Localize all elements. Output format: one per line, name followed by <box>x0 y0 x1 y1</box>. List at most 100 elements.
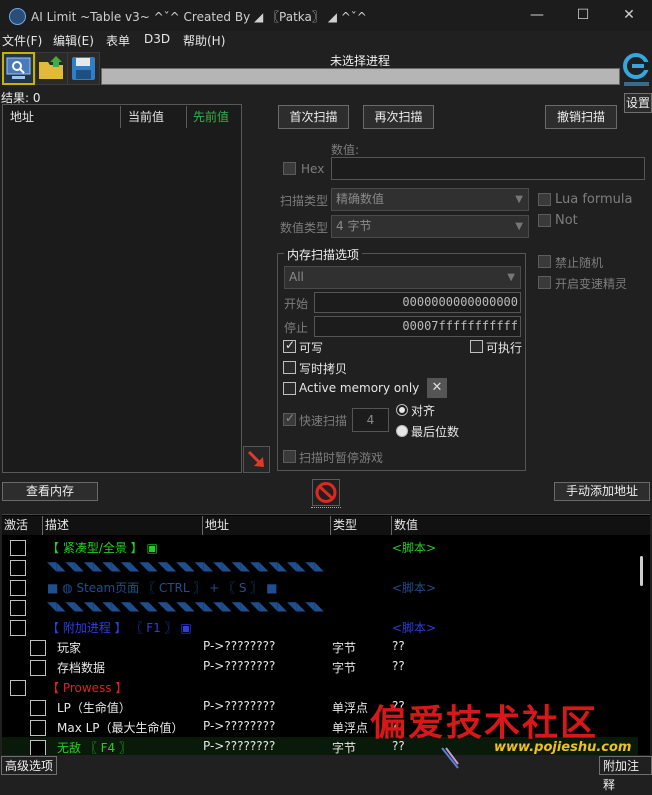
row-active-checkbox[interactable] <box>30 700 46 716</box>
row-active-checkbox[interactable] <box>10 580 26 596</box>
watermark: 偏爱技术社区 www.pojieshu.com <box>370 694 652 756</box>
copy-on-write-checkbox[interactable] <box>283 361 296 374</box>
row-active-checkbox[interactable] <box>10 560 26 576</box>
speedhack-label: 开启变速精灵 <box>555 277 628 291</box>
lua-formula-checkbox[interactable] <box>538 193 551 206</box>
add-address-button[interactable]: 手动添加地址 <box>554 482 650 501</box>
row-active-checkbox[interactable] <box>30 640 46 656</box>
value-type-select[interactable]: 4 字节 ▼ <box>331 215 529 238</box>
fast-scan-checkbox[interactable] <box>283 411 296 426</box>
close-button[interactable]: ✕ <box>606 0 652 31</box>
scrollbar-thumb[interactable] <box>640 556 643 586</box>
table-row[interactable]: ◥◣◥◣◥◣◥◣◥◣◥◣◥◣◥◣◥◣◥◣◥◣◥◣◥◣◥◣◥◣ <box>2 557 638 577</box>
cheat-engine-logo[interactable] <box>623 52 650 88</box>
found-col-address[interactable]: 地址 <box>10 108 34 125</box>
open-file-button[interactable] <box>35 52 68 85</box>
pause-game-checkbox[interactable] <box>283 450 296 463</box>
menu-d3d[interactable]: D3D <box>144 32 170 46</box>
scan-value-input[interactable] <box>331 157 645 180</box>
open-process-button[interactable] <box>2 52 35 85</box>
first-scan-button[interactable]: 首次扫描 <box>278 105 349 129</box>
start-address-input[interactable]: 0000000000000000 <box>314 292 521 313</box>
header-active[interactable]: 激活 <box>2 516 43 535</box>
last-digits-radio[interactable] <box>396 425 408 437</box>
table-row[interactable]: 【 附加进程 】 〖 F1 〗 ▣ <脚本> <box>2 617 638 637</box>
disable-random-label: 禁止随机 <box>555 256 604 270</box>
memory-region-select[interactable]: All ▼ <box>284 266 521 289</box>
row-active-checkbox[interactable] <box>30 660 46 676</box>
row-active-checkbox[interactable] <box>10 600 26 616</box>
watermark-url: www.pojieshu.com <box>494 740 632 755</box>
row-type: 字节 <box>332 661 357 675</box>
row-active-checkbox[interactable] <box>10 680 26 696</box>
found-col-current[interactable]: 当前值 <box>128 108 164 125</box>
hex-checkbox[interactable] <box>283 162 296 175</box>
table-row[interactable]: 【 紧凑型/全景 】 ▣ <脚本> <box>2 537 638 557</box>
table-row[interactable]: 存档数据 P->???????? 字节?? <box>2 657 638 677</box>
executable-label: 可执行 <box>486 341 523 355</box>
writable-checkbox[interactable] <box>283 338 296 353</box>
header-address[interactable]: 地址 <box>203 516 331 535</box>
row-active-checkbox[interactable] <box>10 620 26 636</box>
header-description[interactable]: 描述 <box>43 516 203 535</box>
header-value[interactable]: 数值 <box>392 516 650 535</box>
row-active-checkbox[interactable] <box>10 540 26 556</box>
next-scan-button[interactable]: 再次扫描 <box>363 105 434 129</box>
add-to-list-button[interactable] <box>243 446 270 473</box>
advanced-options-button[interactable]: 高级选项 <box>1 756 58 775</box>
scan-type-label: 扫描类型 <box>280 194 329 208</box>
table-extras-button[interactable]: 附加注释 <box>599 756 652 792</box>
alignment-label: 对齐 <box>411 404 436 418</box>
found-col-previous[interactable]: 先前值 <box>193 108 229 125</box>
active-memory-checkbox[interactable] <box>283 382 296 395</box>
scan-type-select[interactable]: 精确数值 ▼ <box>331 188 529 211</box>
found-address-list[interactable] <box>2 104 242 473</box>
status-bar <box>0 755 652 777</box>
minimize-button[interactable]: — <box>514 0 560 31</box>
window-title: AI Limit ~Table v3~ ^ˇ^ Created By ◢ 〖Pa… <box>31 10 367 24</box>
speedhack-checkbox[interactable] <box>538 276 551 289</box>
table-row[interactable]: ◥◣◥◣◥◣◥◣◥◣◥◣◥◣◥◣◥◣◥◣◥◣◥◣◥◣◥◣◥◣ <box>2 597 638 617</box>
menu-table[interactable]: 表单 <box>106 32 130 49</box>
value-label: 数值: <box>331 143 360 157</box>
menu-edit[interactable]: 编辑(E) <box>53 32 94 49</box>
table-row[interactable]: 玩家 P->???????? 字节?? <box>2 637 638 657</box>
row-address: P->???????? <box>203 639 276 653</box>
save-button[interactable] <box>67 52 100 85</box>
table-row[interactable]: ■ ◍ Steam页面 〖 CTRL 〗 + 〖 S 〗 ■ <脚本> <box>2 577 638 597</box>
open-file-icon <box>39 56 63 79</box>
alignment-radio[interactable] <box>396 404 408 416</box>
executable-checkbox[interactable] <box>470 340 483 353</box>
splitter-handle[interactable] <box>311 507 341 511</box>
copy-on-write-label: 写时拷贝 <box>299 362 348 376</box>
chevron-down-icon: ▼ <box>507 272 515 283</box>
header-type[interactable]: 类型 <box>331 516 392 535</box>
clear-icon[interactable]: ✕ <box>427 378 447 398</box>
not-checkbox[interactable] <box>538 214 551 227</box>
undo-scan-button[interactable]: 撤销扫描 <box>545 105 617 129</box>
menu-file[interactable]: 文件(F) <box>2 32 42 49</box>
stop-label: 停止 <box>284 321 309 335</box>
disable-random-checkbox[interactable] <box>538 255 551 268</box>
row-type: 单浮点 <box>332 721 369 735</box>
lua-formula-label: Lua formula <box>555 192 633 207</box>
stop-address-input[interactable]: 00007fffffffffff <box>314 316 521 337</box>
process-title: 未选择进程 <box>329 54 390 68</box>
not-label: Not <box>555 213 578 228</box>
row-active-checkbox[interactable] <box>30 740 46 756</box>
settings-button[interactable]: 设置 <box>624 93 652 113</box>
row-active-checkbox[interactable] <box>30 720 46 736</box>
row-type: 单浮点 <box>332 701 369 715</box>
row-description: 存档数据 <box>57 661 106 675</box>
stop-button[interactable] <box>312 479 340 506</box>
save-icon <box>72 57 95 80</box>
maximize-button[interactable]: ☐ <box>560 0 606 31</box>
open-process-icon <box>6 57 31 79</box>
app-icon <box>9 8 26 25</box>
fast-scan-input[interactable]: 4 <box>352 408 389 432</box>
watermark-text: 偏爱技术社区 <box>370 702 599 744</box>
view-memory-button[interactable]: 查看内存 <box>2 482 98 501</box>
row-description: 玩家 <box>57 641 82 655</box>
row-address: P->???????? <box>203 739 276 753</box>
menu-help[interactable]: 帮助(H) <box>183 32 225 49</box>
